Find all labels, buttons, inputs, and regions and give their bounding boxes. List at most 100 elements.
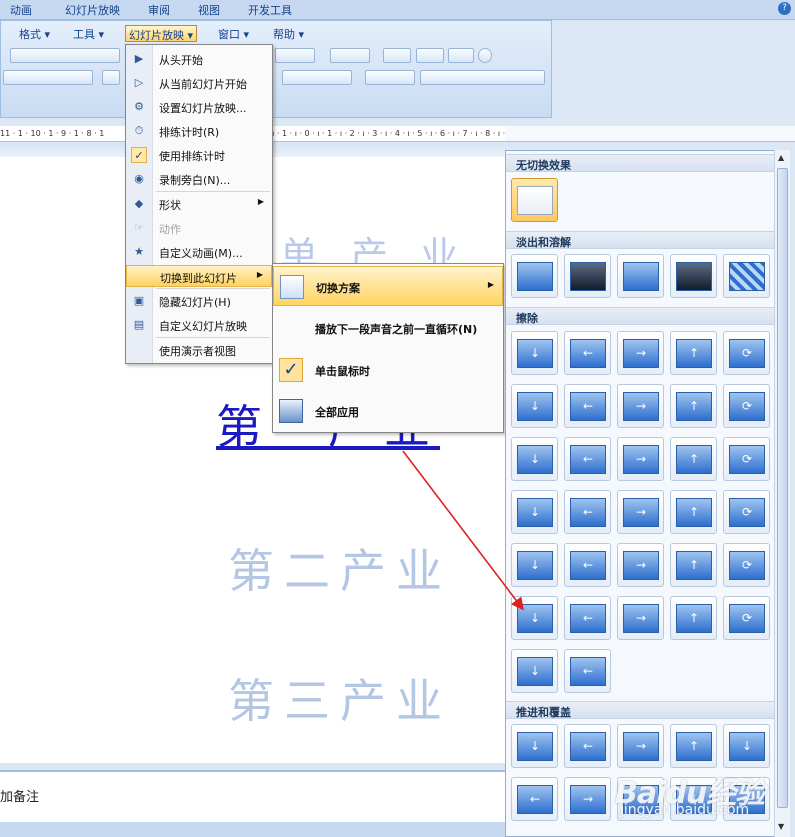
transition-wipe-thumb[interactable]: ↑	[670, 331, 717, 375]
menu-item-use-timings[interactable]: ✓ 使用排练计时	[126, 144, 272, 166]
toolbar-fontsize-group[interactable]	[282, 70, 352, 85]
transition-effect-icon: →	[623, 551, 659, 580]
transition-wipe-thumb[interactable]: ←	[564, 331, 611, 375]
scroll-up-icon[interactable]: ▲	[778, 153, 784, 162]
toolbar-table-button[interactable]	[330, 48, 370, 63]
transition-wipe-thumb[interactable]: ↓	[511, 596, 558, 640]
transition-wipe-thumb[interactable]: ↑	[670, 384, 717, 428]
transition-wipe-thumb[interactable]: →	[617, 596, 664, 640]
menu-item-hide-slide[interactable]: ▣ 隐藏幻灯片(H)	[126, 290, 272, 312]
menu-item-record-narration-label: 录制旁白(N)...	[159, 174, 231, 187]
toolbar-color-group[interactable]	[275, 48, 315, 63]
transition-wipe-thumb[interactable]: ↑	[670, 543, 717, 587]
transition-cut-black[interactable]	[670, 254, 717, 298]
transition-wipe-thumb[interactable]: ⟳	[723, 490, 770, 534]
transition-wipe-thumb[interactable]: →	[617, 331, 664, 375]
scroll-thumb[interactable]	[777, 168, 788, 808]
menu-slideshow-label: 幻灯片放映	[129, 29, 184, 42]
menu-item-rehearse-timings[interactable]: ⏱ 排练计时(R)	[126, 120, 272, 142]
notes-pane[interactable]: 加备注	[0, 770, 505, 822]
tab-view[interactable]: 视图	[198, 2, 220, 18]
menu-item-custom-animation[interactable]: ★ 自定义动画(M)...	[126, 241, 272, 263]
transition-wipe-thumb[interactable]: ↓	[511, 543, 558, 587]
submenu-item-on-click[interactable]: ✓ 单击鼠标时	[273, 350, 503, 390]
transition-none-thumb[interactable]	[511, 178, 558, 222]
submenu-item-loop-sound[interactable]: 播放下一段声音之前一直循环(N)	[273, 308, 503, 348]
menu-item-record-narration[interactable]: ◉ 录制旁白(N)...	[126, 168, 272, 190]
submenu-item-apply-all[interactable]: 全部应用	[273, 391, 503, 431]
transition-wipe-thumb[interactable]: ←	[564, 437, 611, 481]
transition-effect-icon: ⟳	[729, 339, 765, 368]
scroll-down-icon[interactable]: ▼	[778, 822, 784, 831]
transition-push-thumb[interactable]: ←	[564, 724, 611, 768]
transition-wipe-thumb[interactable]: ←	[564, 543, 611, 587]
slide-line-2[interactable]: 第二产业	[228, 535, 452, 601]
transition-wipe-thumb[interactable]: ↓	[511, 490, 558, 534]
toolbar-align-group[interactable]	[3, 70, 93, 85]
menu-tools[interactable]: 工具 ▾	[70, 25, 107, 42]
transition-wipe-thumb[interactable]: ←	[564, 490, 611, 534]
transition-push-thumb[interactable]: →	[617, 724, 664, 768]
transition-wipe-thumb[interactable]: ⟳	[723, 384, 770, 428]
tab-slideshow[interactable]: 幻灯片放映	[65, 2, 120, 18]
toolbar-layout-group[interactable]	[365, 70, 415, 85]
transition-wipe-thumb[interactable]: ←	[564, 596, 611, 640]
transition-wipe-thumb[interactable]: →	[617, 384, 664, 428]
transition-wipe-thumb[interactable]: ↑	[670, 490, 717, 534]
transition-push-thumb[interactable]: →	[564, 777, 611, 821]
transition-wipe-thumb[interactable]: ↓	[511, 437, 558, 481]
transition-push-thumb[interactable]: ↓	[511, 724, 558, 768]
transition-wipe-thumb[interactable]: ↑	[670, 596, 717, 640]
menu-item-shapes[interactable]: ◆ 形状 ▶	[126, 193, 272, 215]
transition-wipe-thumb[interactable]: →	[617, 437, 664, 481]
gallery-scrollbar[interactable]: ▲ ▼	[774, 150, 790, 837]
play-current-icon: ▷	[134, 76, 144, 89]
transition-wipe-thumb[interactable]: ↑	[670, 437, 717, 481]
transition-push-thumb[interactable]: ←	[511, 777, 558, 821]
toolbar-zoom-button[interactable]	[448, 48, 474, 63]
submenu-item-scheme[interactable]: 切换方案 ▶	[273, 266, 503, 306]
transition-fade-black[interactable]	[564, 254, 611, 298]
transition-cut[interactable]	[617, 254, 664, 298]
toolbar-folder-button[interactable]	[416, 48, 444, 63]
transition-wipe-thumb[interactable]: ↓	[511, 649, 558, 693]
transition-wipe-thumb[interactable]: ↓	[511, 384, 558, 428]
transition-push-thumb[interactable]: ↓	[723, 724, 770, 768]
settings-icon: ⚙	[134, 100, 144, 113]
transition-wipe-thumb[interactable]: ←	[564, 384, 611, 428]
transition-dissolve[interactable]	[723, 254, 770, 298]
toolbar-textbox-button[interactable]	[383, 48, 411, 63]
menu-item-presenter-view[interactable]: 使用演示者视图	[126, 339, 272, 361]
transition-wipe-thumb[interactable]: ↓	[511, 331, 558, 375]
menu-item-custom-show[interactable]: ▤ 自定义幻灯片放映	[126, 314, 272, 336]
toolbar-indent-button[interactable]	[102, 70, 120, 85]
menu-item-from-beginning[interactable]: ▶ 从头开始	[126, 48, 272, 70]
transition-push-thumb[interactable]: ↑	[670, 724, 717, 768]
transition-wipe-thumb[interactable]: →	[617, 490, 664, 534]
tab-review[interactable]: 审阅	[148, 2, 170, 18]
slide-line-3[interactable]: 第三产业	[228, 665, 452, 731]
transition-effect-icon: →	[623, 604, 659, 633]
menu-separator	[156, 337, 270, 338]
transition-effect-icon: ←	[570, 604, 606, 633]
menu-format[interactable]: 格式 ▾	[16, 25, 53, 42]
transition-wipe-thumb[interactable]: ⟳	[723, 543, 770, 587]
tab-developer[interactable]: 开发工具	[248, 2, 292, 18]
help-icon[interactable]: ?	[778, 2, 791, 15]
menu-item-slide-transition[interactable]: 切换到此幻灯片 ▶	[126, 265, 272, 287]
toolbar-edit-group[interactable]	[10, 48, 120, 63]
tab-animation[interactable]: 动画	[10, 2, 32, 18]
menu-help[interactable]: 帮助 ▾	[270, 25, 307, 42]
menu-window[interactable]: 窗口 ▾	[215, 25, 252, 42]
menu-item-from-current[interactable]: ▷ 从当前幻灯片开始	[126, 72, 272, 94]
menu-item-setup-show[interactable]: ⚙ 设置幻灯片放映...	[126, 96, 272, 118]
toolbar-help-button[interactable]	[478, 48, 492, 63]
toolbar-drawing-group[interactable]	[420, 70, 545, 85]
menu-slideshow[interactable]: 幻灯片放映 ▾	[125, 25, 198, 42]
transition-wipe-thumb[interactable]: ←	[564, 649, 611, 693]
transition-wipe-thumb[interactable]: ⟳	[723, 596, 770, 640]
transition-wipe-thumb[interactable]: ⟳	[723, 437, 770, 481]
transition-wipe-thumb[interactable]: ⟳	[723, 331, 770, 375]
transition-fade-smooth[interactable]	[511, 254, 558, 298]
transition-wipe-thumb[interactable]: →	[617, 543, 664, 587]
